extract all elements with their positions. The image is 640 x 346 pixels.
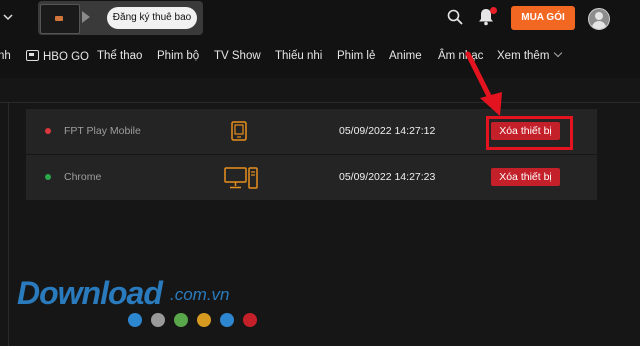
status-dot xyxy=(45,174,51,180)
chevron-down-icon xyxy=(554,48,563,58)
notification-badge xyxy=(490,7,497,14)
last-login-time: 05/09/2022 14:27:23 xyxy=(339,171,436,183)
nav-item-phim-le[interactable]: Phim lẻ xyxy=(337,50,375,62)
top-bar: Đăng ký thuê bao MUA GÓI xyxy=(0,0,640,38)
hbo-go-icon xyxy=(26,50,39,61)
subscribe-button[interactable]: Đăng ký thuê bao xyxy=(107,7,197,29)
nav-item-the-thao[interactable]: Thể thao xyxy=(97,50,142,62)
watermark-dot xyxy=(174,313,188,327)
watermark-dot xyxy=(243,313,257,327)
watermark-dots xyxy=(128,313,266,327)
tablet-icon xyxy=(231,121,247,141)
nav-item-thieu-nhi[interactable]: Thiếu nhi xyxy=(275,50,322,62)
device-row: Chrome 05/09/2022 14:27:23 Xóa thiết bị xyxy=(26,155,597,200)
nav-item-partial[interactable]: nh xyxy=(0,50,11,62)
play-icon[interactable] xyxy=(82,11,90,23)
promo-thumbnail xyxy=(40,4,80,34)
nav-item-anime[interactable]: Anime xyxy=(389,50,422,62)
divider xyxy=(0,102,640,103)
watermark-brand: Download xyxy=(17,275,163,311)
last-login-time: 05/09/2022 14:27:12 xyxy=(339,125,436,137)
buy-package-button[interactable]: MUA GÓI xyxy=(511,6,575,30)
desktop-computer-icon xyxy=(224,167,258,189)
divider xyxy=(8,102,9,346)
device-name: FPT Play Mobile xyxy=(64,125,141,137)
nav-item-phim-bo[interactable]: Phim bộ xyxy=(157,50,199,62)
search-icon[interactable] xyxy=(447,9,463,25)
nav-item-tv-show[interactable]: TV Show xyxy=(214,50,261,62)
watermark-dot xyxy=(151,313,165,327)
watermark-dot xyxy=(197,313,211,327)
remove-device-button[interactable]: Xóa thiết bị xyxy=(491,168,560,186)
watermark-dot xyxy=(220,313,234,327)
main-nav: nh HBO GO Thể thao Phim bộ TV Show Thiếu… xyxy=(0,38,640,76)
watermark-dot xyxy=(128,313,142,327)
watermark-domain: .com.vn xyxy=(170,285,230,304)
annotation-highlight-box xyxy=(486,116,573,150)
status-dot xyxy=(45,128,51,134)
avatar[interactable] xyxy=(588,8,610,30)
annotation-arrow-icon xyxy=(465,51,502,116)
chevron-down-icon[interactable] xyxy=(3,12,13,22)
promo-card[interactable]: Đăng ký thuê bao xyxy=(38,1,203,35)
nav-item-hbo-go[interactable]: HBO GO xyxy=(26,50,89,63)
device-name: Chrome xyxy=(64,171,102,183)
nav-item-label: HBO GO xyxy=(43,51,90,63)
